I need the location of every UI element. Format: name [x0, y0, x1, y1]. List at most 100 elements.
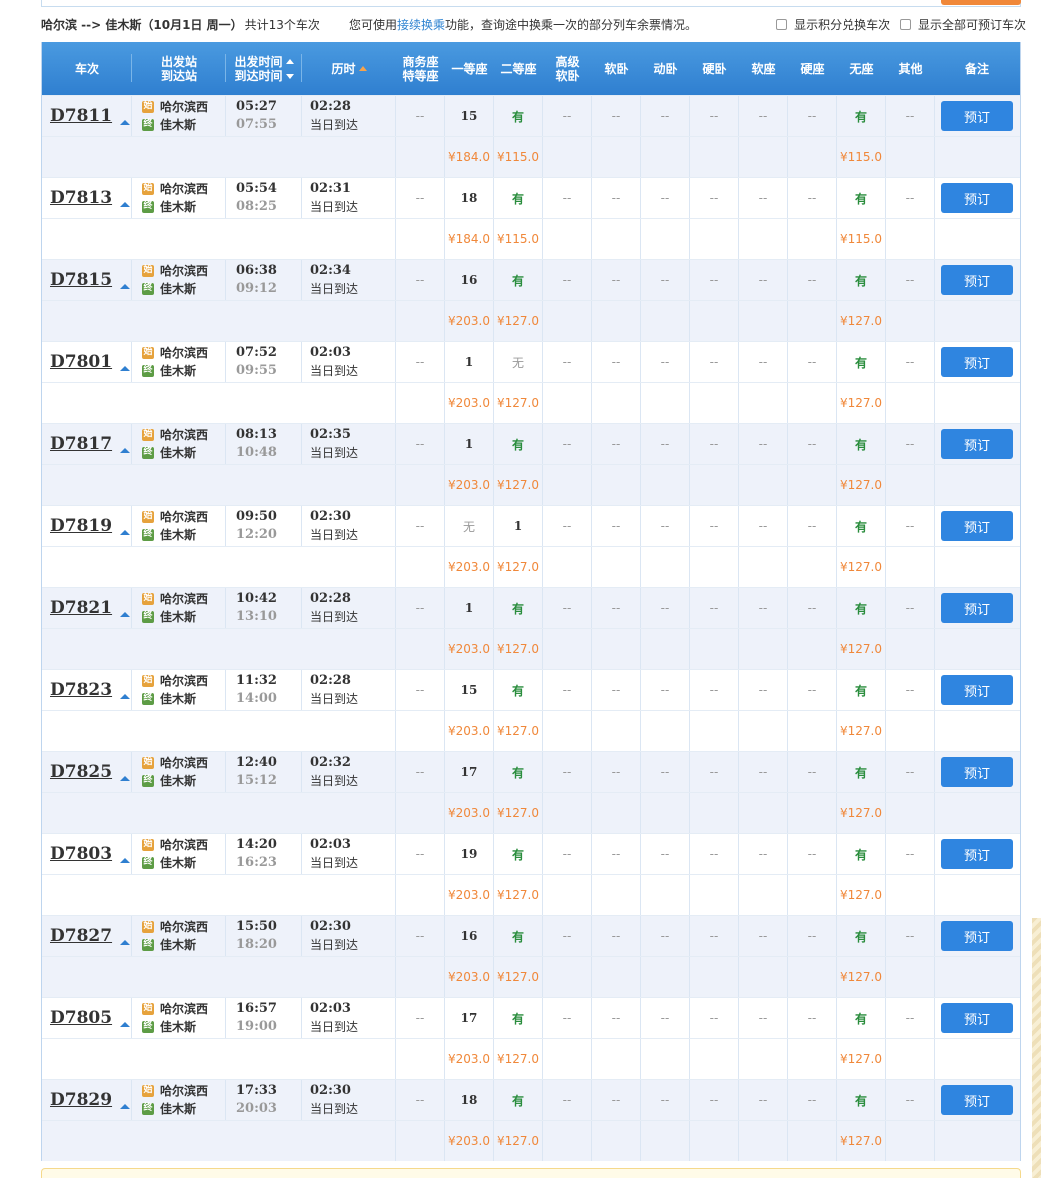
train-number-link[interactable]: D7819: [50, 516, 112, 536]
from-station[interactable]: 哈尔滨西: [160, 591, 208, 607]
from-station[interactable]: 哈尔滨西: [160, 263, 208, 279]
price-spacer: [132, 793, 226, 833]
train-number-link[interactable]: D7801: [50, 352, 112, 372]
train-cell: D7815: [42, 260, 132, 300]
to-station[interactable]: 佳木斯: [160, 445, 196, 461]
from-station[interactable]: 哈尔滨西: [160, 345, 208, 361]
book-button[interactable]: 预订: [941, 839, 1013, 869]
from-station[interactable]: 哈尔滨西: [160, 1083, 208, 1099]
seat-availability: --: [562, 683, 572, 697]
to-station[interactable]: 佳木斯: [160, 855, 196, 871]
table-row: D7811 始哈尔滨西终佳木斯 05:27 07:55 02:28 当日到达 -- 15 有 --…: [42, 95, 1020, 136]
train-expand-icon[interactable]: [120, 775, 131, 781]
seat-availability: --: [611, 355, 621, 369]
price-business-cell: [396, 1121, 445, 1161]
from-station[interactable]: 哈尔滨西: [160, 919, 208, 935]
train-expand-icon[interactable]: [120, 529, 131, 535]
from-station[interactable]: 哈尔滨西: [160, 99, 208, 115]
sort-down-icon[interactable]: [285, 73, 294, 79]
train-expand-icon[interactable]: [120, 693, 131, 699]
from-station[interactable]: 哈尔滨西: [160, 509, 208, 525]
book-button[interactable]: 预订: [941, 921, 1013, 951]
train-expand-icon[interactable]: [120, 119, 131, 125]
arrival-time: 16:23: [236, 855, 277, 870]
points-checkbox[interactable]: [776, 19, 788, 30]
from-station[interactable]: 哈尔滨西: [160, 755, 208, 771]
price-hardseat-cell: [788, 547, 837, 587]
to-station[interactable]: 佳木斯: [160, 691, 196, 707]
train-expand-icon[interactable]: [120, 447, 131, 453]
to-station[interactable]: 佳木斯: [160, 937, 196, 953]
to-station[interactable]: 佳木斯: [160, 117, 196, 133]
train-number-link[interactable]: D7803: [50, 844, 112, 864]
seat-hardseat-cell: --: [788, 260, 837, 300]
train-number-link[interactable]: D7817: [50, 434, 112, 454]
table-row: D7803 始哈尔滨西终佳木斯 14:20 16:23 02:03 当日到达 -- 19 有 --…: [42, 833, 1020, 874]
from-station[interactable]: 哈尔滨西: [160, 427, 208, 443]
start-station-icon: 始: [142, 511, 154, 523]
book-button[interactable]: 预订: [941, 183, 1013, 213]
train-expand-icon[interactable]: [120, 1103, 131, 1109]
seat-softseat-cell: --: [739, 998, 788, 1038]
seat-deluxe-cell: --: [543, 506, 592, 546]
to-station[interactable]: 佳木斯: [160, 773, 196, 789]
train-number-link[interactable]: D7811: [50, 106, 112, 126]
note-cell: 预订: [935, 1080, 1019, 1120]
book-button[interactable]: 预订: [941, 429, 1013, 459]
book-button[interactable]: 预订: [941, 757, 1013, 787]
book-button[interactable]: 预订: [941, 593, 1013, 623]
from-station[interactable]: 哈尔滨西: [160, 1001, 208, 1017]
book-button[interactable]: 预订: [941, 511, 1013, 541]
train-expand-icon[interactable]: [120, 939, 131, 945]
col-duration[interactable]: 历时: [302, 42, 396, 95]
note-cell: 预订: [935, 342, 1019, 382]
station-cell: 始哈尔滨西终佳木斯: [132, 916, 226, 956]
departure-time: 08:13: [236, 427, 277, 442]
train-number-link[interactable]: D7813: [50, 188, 112, 208]
from-station[interactable]: 哈尔滨西: [160, 181, 208, 197]
train-expand-icon[interactable]: [120, 611, 131, 617]
to-station[interactable]: 佳木斯: [160, 527, 196, 543]
to-station[interactable]: 佳木斯: [160, 1019, 196, 1035]
train-expand-icon[interactable]: [120, 1021, 131, 1027]
start-station-icon: 始: [142, 839, 154, 851]
train-expand-icon[interactable]: [120, 283, 131, 289]
col-time[interactable]: 出发时间 到达时间: [226, 42, 302, 95]
book-button[interactable]: 预订: [941, 265, 1013, 295]
to-station[interactable]: 佳木斯: [160, 1101, 196, 1117]
query-button-edge[interactable]: [941, 0, 1021, 5]
sort-up-icon[interactable]: [285, 58, 294, 64]
ticket-price: ¥203.0: [448, 314, 490, 328]
train-number-link[interactable]: D7805: [50, 1008, 112, 1028]
seat-availability: 有: [511, 437, 524, 452]
sort-duration-icon[interactable]: [358, 66, 367, 71]
to-station[interactable]: 佳木斯: [160, 609, 196, 625]
price-deluxe-cell: [543, 465, 592, 505]
seat-moving-cell: --: [641, 916, 690, 956]
from-station[interactable]: 哈尔滨西: [160, 673, 208, 689]
to-station[interactable]: 佳木斯: [160, 281, 196, 297]
train-number-link[interactable]: D7815: [50, 270, 112, 290]
book-button[interactable]: 预订: [941, 101, 1013, 131]
departure-time: 16:57: [236, 1001, 277, 1016]
from-station[interactable]: 哈尔滨西: [160, 837, 208, 853]
transfer-link[interactable]: 接续换乘: [397, 18, 445, 32]
train-number-link[interactable]: D7821: [50, 598, 112, 618]
train-expand-icon[interactable]: [120, 201, 131, 207]
to-station[interactable]: 佳木斯: [160, 363, 196, 379]
book-button[interactable]: 预订: [941, 1085, 1013, 1115]
book-button[interactable]: 预订: [941, 675, 1013, 705]
to-station[interactable]: 佳木斯: [160, 199, 196, 215]
train-number-link[interactable]: D7827: [50, 926, 112, 946]
book-button[interactable]: 预订: [941, 347, 1013, 377]
points-option[interactable]: 显示积分兑换车次: [776, 18, 890, 32]
book-button[interactable]: 预订: [941, 1003, 1013, 1033]
seat-availability: 有: [854, 1093, 867, 1108]
all-option[interactable]: 显示全部可预订车次: [899, 18, 1026, 32]
train-number-link[interactable]: D7823: [50, 680, 112, 700]
train-number-link[interactable]: D7825: [50, 762, 112, 782]
all-checkbox[interactable]: [899, 19, 911, 30]
train-expand-icon[interactable]: [120, 857, 131, 863]
train-expand-icon[interactable]: [120, 365, 131, 371]
train-number-link[interactable]: D7829: [50, 1090, 112, 1110]
